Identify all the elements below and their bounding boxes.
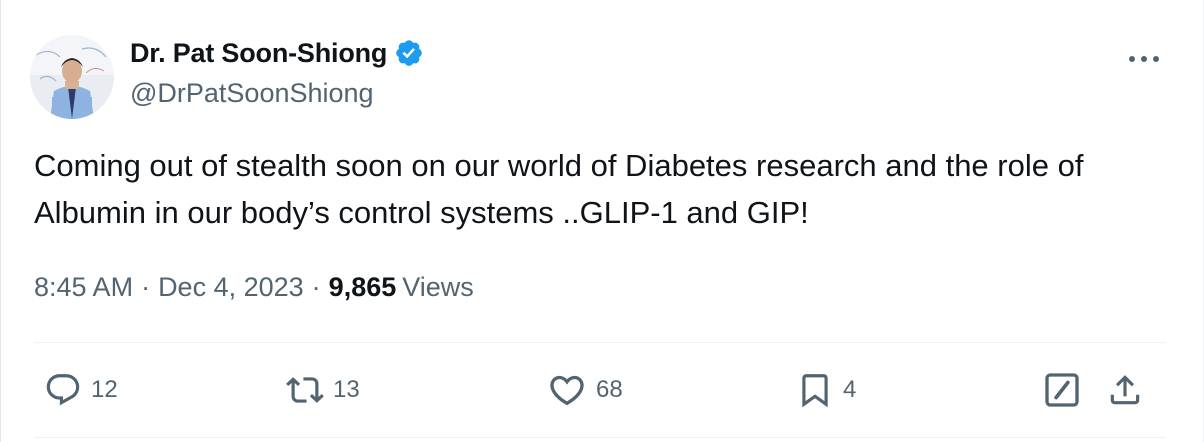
tweet-text: Coming out of stealth soon on our world …	[34, 148, 1084, 230]
grok-icon	[1045, 373, 1079, 407]
meta-separator: ·	[141, 272, 151, 302]
reply-count: 12	[91, 376, 118, 403]
tweet-date[interactable]: Dec 4, 2023	[158, 272, 304, 303]
share-icon	[1110, 375, 1140, 405]
reply-button[interactable]: 12	[44, 368, 118, 412]
tweet-time[interactable]: 8:45 AM	[34, 272, 133, 303]
more-icon	[1129, 56, 1159, 62]
author-handle[interactable]: @DrPatSoonShiong	[130, 78, 374, 109]
heart-icon	[550, 375, 584, 406]
share-button[interactable]	[1106, 368, 1144, 412]
repost-count: 13	[333, 376, 360, 403]
like-button[interactable]: 68	[547, 368, 623, 412]
repost-icon	[286, 377, 324, 403]
more-options-button[interactable]	[1124, 44, 1164, 74]
verified-badge-icon[interactable]	[394, 38, 424, 68]
author-display-name[interactable]: Dr. Pat Soon-Shiong	[130, 38, 387, 69]
repost-button[interactable]: 13	[286, 368, 360, 412]
bookmark-icon	[802, 374, 828, 408]
tweet-actions-bar: 12 13 68 4	[34, 368, 1166, 412]
views-label: Views	[402, 272, 474, 302]
tweet-meta: 8:45 AM · Dec 4, 2023 · 9,865 Views	[34, 272, 474, 303]
divider	[34, 342, 1166, 343]
avatar-image	[30, 35, 114, 119]
meta-separator: ·	[311, 272, 321, 302]
divider	[34, 437, 1166, 438]
bookmark-button[interactable]: 4	[796, 368, 856, 412]
bookmark-count: 4	[843, 376, 857, 403]
avatar[interactable]	[30, 35, 114, 119]
views-count: 9,865	[328, 272, 397, 302]
author-name-row: Dr. Pat Soon-Shiong	[130, 36, 424, 70]
tweet-card: Dr. Pat Soon-Shiong @DrPatSoonShiong Com…	[0, 0, 1204, 442]
grok-button[interactable]	[1042, 368, 1082, 412]
like-count: 68	[596, 376, 623, 403]
reply-icon	[46, 374, 80, 406]
